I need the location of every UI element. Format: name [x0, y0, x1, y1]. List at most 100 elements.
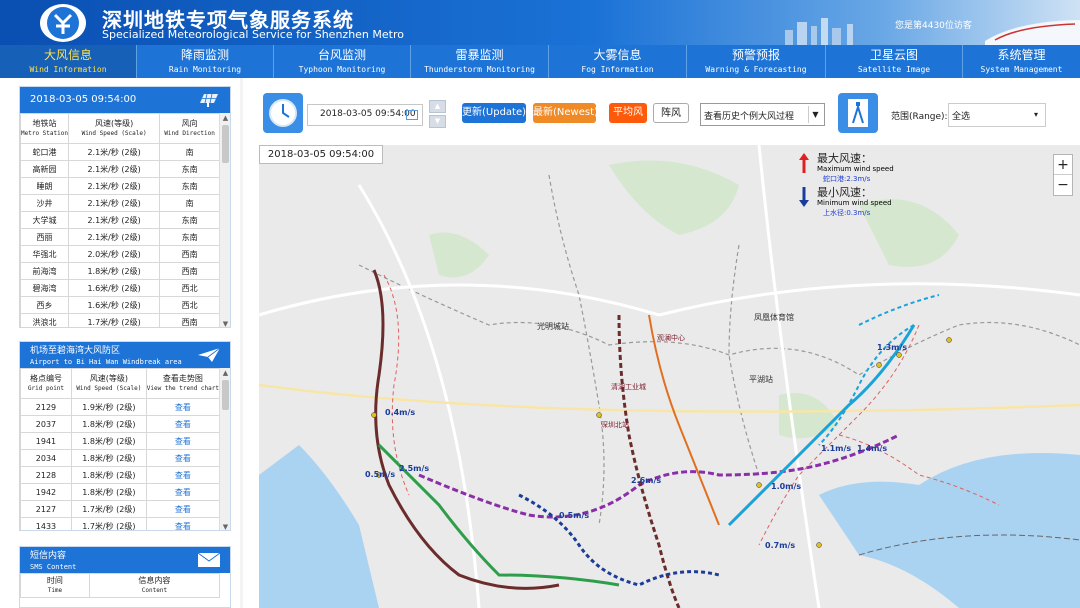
wind-speed: 2.0米/秒 (2级)	[67, 245, 161, 263]
map-timestamp: 2018-03-05 09:54:00	[259, 145, 383, 164]
metro-wind-map[interactable]: 光明城站 凤凰体育馆 平湖站 观澜中心 清湖工业城 深圳北站 0.4m/s 2.…	[259, 145, 1080, 608]
wind-speed: 1.6米/秒 (2级)	[67, 296, 161, 314]
header-cn: 时间	[46, 575, 63, 585]
station-wind-panel: 2018-03-05 09:54:00 地铁站 Metro Station 风速(…	[19, 86, 231, 328]
calendar-icon[interactable]	[406, 110, 418, 120]
nav-thunderstorm-monitoring[interactable]: 雷暴监测 Thunderstorm Monitoring	[411, 45, 549, 78]
wind-direction: 东南	[159, 177, 220, 195]
station-name: 沙井	[20, 194, 69, 212]
header-cn: 地铁站	[32, 118, 57, 128]
windbreak-title-en: Airport to Bi Hai Wan Windbreak area	[30, 358, 182, 366]
nav-typhoon-monitoring[interactable]: 台风监测 Typhoon Monitoring	[274, 45, 411, 78]
time-step-up-button[interactable]: ▲	[429, 100, 446, 113]
view-trend-link[interactable]: 查看	[145, 517, 221, 530]
scroll-down-arrow[interactable]: ▼	[220, 522, 230, 530]
windbreak-table: 格点编号 Grid point 风速(等级) Wind Speed (Scale) …	[20, 368, 221, 530]
header-en: Wind Direction	[164, 129, 215, 137]
table-header-row: 时间 Time 信息内容 Content	[20, 573, 221, 598]
wind-speed: 1.7米/秒 (2级)	[70, 500, 147, 518]
wind-direction: 南	[159, 143, 220, 161]
col-header-wind-speed: 风速(等级) Wind Speed (Scale)	[70, 368, 147, 399]
grid-point-id: 2128	[20, 466, 72, 484]
range-filter-icon	[838, 93, 878, 133]
header-en: Wind Speed (Scale)	[76, 384, 142, 392]
view-trend-link[interactable]: 查看	[145, 398, 221, 416]
col-header-time: 时间 Time	[20, 573, 90, 598]
station-name: 西丽	[20, 228, 69, 246]
sms-panel-title: 短信内容 SMS Content	[30, 551, 76, 573]
newest-button[interactable]: 最新(Newest)	[533, 103, 598, 123]
grid-point-id: 2034	[20, 449, 72, 467]
update-button[interactable]: 更新(Update)	[462, 103, 526, 123]
header-en: View the trend chart	[146, 384, 219, 392]
header-cn: 查看走势图	[162, 373, 203, 383]
table-row: 1941 1.8米/秒 (2级) 查看	[20, 432, 221, 450]
wind-speed: 1.8米/秒 (2级)	[70, 466, 147, 484]
nav-rain-monitoring[interactable]: 降雨监测 Rain Monitoring	[137, 45, 274, 78]
nav-fog-information[interactable]: 大雾信息 Fog Information	[549, 45, 687, 78]
solar-panel-icon	[200, 93, 218, 107]
station-name: 睡朗	[20, 177, 69, 195]
table-row: 沙井 2.1米/秒 (2级) 南	[20, 194, 220, 212]
max-wind-station: 蛇口港:2.3m/s	[823, 175, 871, 183]
min-wind-station: 上水径:0.3m/s	[823, 209, 871, 217]
nav-label: 降雨监测	[180, 48, 229, 62]
time-step-down-button[interactable]: ▼	[429, 115, 446, 128]
nav-label: 大雾信息	[593, 48, 642, 62]
map-zoom-control: + −	[1053, 154, 1073, 196]
nav-warning-forecasting[interactable]: 预警预报 Warning & Forecasting	[687, 45, 826, 78]
scroll-up-arrow[interactable]: ▲	[220, 113, 230, 123]
chevron-down-icon: ▾	[1033, 110, 1038, 119]
zoom-out-button[interactable]: −	[1054, 175, 1072, 195]
scroll-thumb[interactable]	[222, 380, 229, 410]
scroll-up-arrow[interactable]: ▲	[220, 368, 230, 378]
header-banner: 深圳地铁专项气象服务系统 Specialized Meteorological …	[0, 0, 1080, 45]
view-trend-link[interactable]: 查看	[145, 432, 221, 450]
station-panel-datetime: 2018-03-05 09:54:00	[30, 94, 137, 105]
max-wind-title: 最大风速：	[817, 152, 872, 165]
grid-point-id: 2037	[20, 415, 72, 433]
grid-point-id: 1941	[20, 432, 72, 450]
wind-speed-label: 1.4m/s	[857, 444, 888, 453]
view-trend-link[interactable]: 查看	[145, 483, 221, 501]
datetime-input[interactable]: 2018-03-05 09:54:00	[307, 104, 423, 126]
windbreak-table-scrollbar[interactable]: ▲ ▼	[219, 368, 230, 530]
nav-satellite-image[interactable]: 卫星云图 Satellite Image	[826, 45, 963, 78]
station-name: 蛇口港	[20, 143, 69, 161]
table-row: 2129 1.9米/秒 (2级) 查看	[20, 398, 221, 416]
arrow-up-icon	[799, 153, 809, 173]
col-header-wind-direction: 风向 Wind Direction	[159, 113, 220, 144]
zoom-in-button[interactable]: +	[1054, 155, 1072, 175]
datetime-value: 2018-03-05 09:54:00	[320, 109, 416, 119]
header-en: Grid point	[27, 384, 65, 392]
view-trend-link[interactable]: 查看	[145, 415, 221, 433]
scroll-down-arrow[interactable]: ▼	[220, 319, 230, 327]
header-cn: 风速(等级)	[89, 373, 128, 383]
wind-speed: 1.8米/秒 (2级)	[70, 432, 147, 450]
paper-plane-icon	[198, 347, 221, 362]
table-row: 碧海湾 1.6米/秒 (2级) 西北	[20, 279, 220, 297]
station-table-scrollbar[interactable]: ▲ ▼	[219, 113, 230, 327]
visitor-counter: 您是第4430位访客	[895, 21, 972, 31]
col-header-content: 信息内容 Content	[88, 573, 221, 598]
nav-wind-information[interactable]: 大风信息 Wind Information	[0, 45, 137, 78]
view-trend-link[interactable]: 查看	[145, 449, 221, 467]
gust-button[interactable]: 阵风	[653, 103, 689, 123]
min-wind-title: 最小风速：	[817, 186, 872, 199]
average-wind-button[interactable]: 平均风	[609, 103, 647, 123]
scroll-thumb[interactable]	[222, 125, 229, 163]
nav-system-management[interactable]: 系统管理 System Management	[963, 45, 1080, 78]
view-trend-link[interactable]: 查看	[145, 500, 221, 518]
wind-speed: 1.9米/秒 (2级)	[70, 398, 147, 416]
range-select[interactable]: 全选 ▾	[948, 103, 1046, 127]
view-trend-link[interactable]: 查看	[145, 466, 221, 484]
wind-speed: 2.1米/秒 (2级)	[67, 211, 161, 229]
table-row: 大学城 2.1米/秒 (2级) 东南	[20, 211, 220, 229]
history-case-select[interactable]: 查看历史个例大风过程 ▼	[700, 103, 825, 126]
windbreak-panel: 机场至碧海湾大风防区 Airport to Bi Hai Wan Windbrea…	[19, 341, 231, 531]
table-row: 睡朗 2.1米/秒 (2级) 东南	[20, 177, 220, 195]
station-name: 前海湾	[20, 262, 69, 280]
max-wind-legend: 最大风速： Maximum wind speed 蛇口港:2.3m/s	[798, 150, 918, 184]
nav-label-en: Warning & Forecasting	[705, 65, 807, 74]
nav-label-en: Rain Monitoring	[168, 65, 242, 74]
